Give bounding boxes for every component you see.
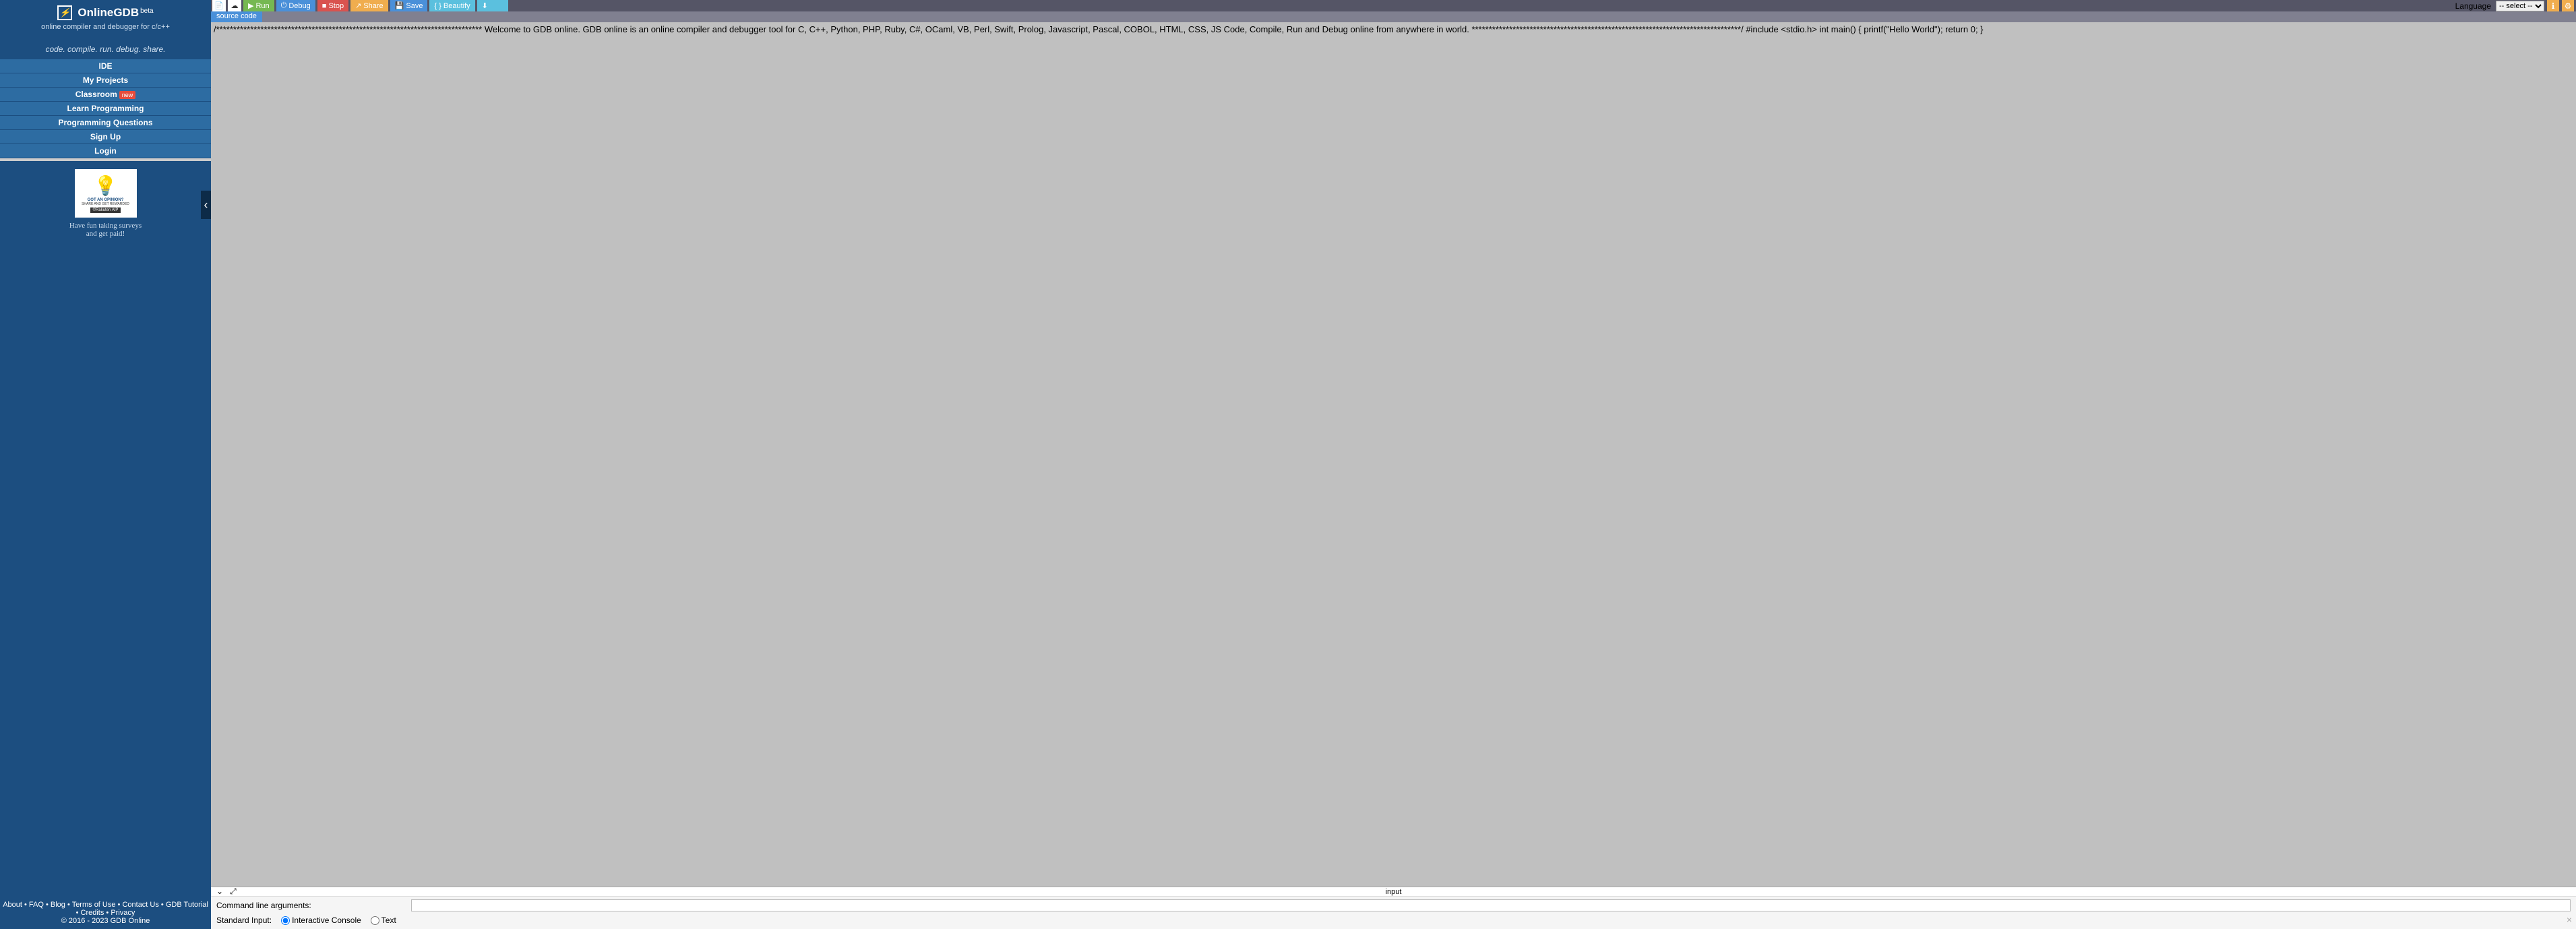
footer-blog[interactable]: Blog	[51, 901, 65, 909]
tagline: code. compile. run. debug. share.	[0, 39, 211, 59]
tab-bar: source code	[211, 11, 2576, 22]
settings-button[interactable]: ⚙	[2562, 0, 2574, 11]
sidebar: ⚡ OnlineGDBbeta online compiler and debu…	[0, 0, 211, 929]
stdin-interactive-option[interactable]: Interactive Console	[281, 916, 361, 925]
footer-about[interactable]: About	[3, 901, 22, 909]
footer-links: About • FAQ • Blog • Terms of Use • Cont…	[3, 901, 208, 917]
nav-learn-programming[interactable]: Learn Programming	[0, 102, 211, 116]
bulb-icon: 💡	[94, 174, 117, 197]
upload-button[interactable]: ☁	[228, 0, 241, 11]
run-button[interactable]: ▶Run	[243, 0, 274, 11]
close-panel-button[interactable]: ×	[2567, 914, 2572, 925]
input-panel: Command line arguments: Standard Input: …	[211, 896, 2576, 929]
ad-box[interactable]: 💡 GOT AN OPINION? SHARE AND GET REWARDED…	[75, 169, 137, 218]
io-bar: ⌄ ⤢ input	[211, 887, 2576, 896]
nav-sign-up[interactable]: Sign Up	[0, 130, 211, 144]
new-file-button[interactable]: 📄	[212, 0, 226, 11]
expand-io-button[interactable]: ⤢	[230, 887, 237, 897]
stop-icon: ■	[322, 2, 327, 10]
footer-contact[interactable]: Contact Us	[122, 901, 158, 909]
chevron-down-icon: ⌄	[216, 887, 223, 896]
input-tab-label: input	[1386, 888, 1402, 896]
sidebar-header: ⚡ OnlineGDBbeta online compiler and debu…	[0, 0, 211, 39]
toolbar: 📄 ☁ ▶Run ⏻Debug ■Stop ↗Share 💾Save { } B…	[211, 0, 2576, 11]
new-badge: new	[119, 91, 136, 99]
footer-credits[interactable]: Credits	[81, 909, 104, 917]
logo-icon: ⚡	[57, 5, 72, 20]
sidebar-collapse-handle[interactable]: ‹	[201, 191, 211, 219]
file-icon: 📄	[214, 1, 224, 10]
play-icon: ▶	[248, 1, 253, 10]
tab-source-code[interactable]: source code	[211, 11, 262, 22]
collapse-io-button[interactable]: ⌄	[216, 887, 223, 897]
code-editor[interactable]: /***************************************…	[211, 22, 2576, 887]
stdin-interactive-radio[interactable]	[281, 916, 290, 925]
share-button[interactable]: ↗Share	[350, 0, 388, 11]
footer-terms[interactable]: Terms of Use	[72, 901, 116, 909]
ad-caption: Have fun taking surveys and get paid!	[0, 222, 211, 238]
site-title: OnlineGDB	[78, 6, 139, 19]
stdin-text-option[interactable]: Text	[371, 916, 396, 925]
footer-privacy[interactable]: Privacy	[111, 909, 135, 917]
debug-button[interactable]: ⏻Debug	[276, 0, 315, 11]
nav-programming-questions[interactable]: Programming Questions	[0, 116, 211, 130]
beautify-button[interactable]: { } Beautify	[429, 0, 474, 11]
cmd-args-label: Command line arguments:	[216, 901, 311, 910]
expand-icon: ⤢	[230, 887, 237, 896]
info-button[interactable]: ℹ	[2547, 0, 2559, 11]
nav-classroom[interactable]: Classroomnew	[0, 88, 211, 102]
download-icon: ⬇	[482, 1, 488, 10]
sidebar-footer: About • FAQ • Blog • Terms of Use • Cont…	[0, 897, 211, 929]
language-label: Language	[2455, 1, 2491, 11]
nav-list: IDE My Projects Classroomnew Learn Progr…	[0, 59, 211, 158]
download-button[interactable]: ⬇	[477, 0, 508, 11]
nav-ide[interactable]: IDE	[0, 59, 211, 73]
beta-label: beta	[140, 7, 153, 15]
stdin-label: Standard Input:	[216, 916, 272, 925]
cmd-args-input[interactable]	[411, 899, 2571, 911]
gear-icon: ⚙	[2565, 1, 2572, 11]
stdin-text-radio[interactable]	[371, 916, 379, 925]
chevron-left-icon: ‹	[204, 198, 208, 212]
close-icon: ×	[2567, 914, 2572, 925]
footer-faq[interactable]: FAQ	[29, 901, 44, 909]
copyright: © 2016 - 2023 GDB Online	[3, 917, 208, 925]
site-subtitle: online compiler and debugger for c/c++	[0, 23, 211, 31]
debug-icon: ⏻	[281, 1, 287, 10]
save-icon: 💾	[395, 1, 404, 10]
sidebar-ad-area: 💡 GOT AN OPINION? SHARE AND GET REWARDED…	[0, 161, 211, 246]
language-select[interactable]: -- select --	[2496, 1, 2544, 11]
share-icon: ↗	[355, 1, 361, 10]
footer-tutorial[interactable]: GDB Tutorial	[166, 901, 208, 909]
stop-button[interactable]: ■Stop	[317, 0, 348, 11]
main-area: 📄 ☁ ▶Run ⏻Debug ■Stop ↗Share 💾Save { } B…	[211, 0, 2576, 929]
save-button[interactable]: 💾Save	[390, 0, 428, 11]
info-icon: ℹ	[2552, 1, 2555, 11]
nav-login[interactable]: Login	[0, 144, 211, 158]
upload-icon: ☁	[231, 1, 239, 10]
nav-my-projects[interactable]: My Projects	[0, 73, 211, 88]
